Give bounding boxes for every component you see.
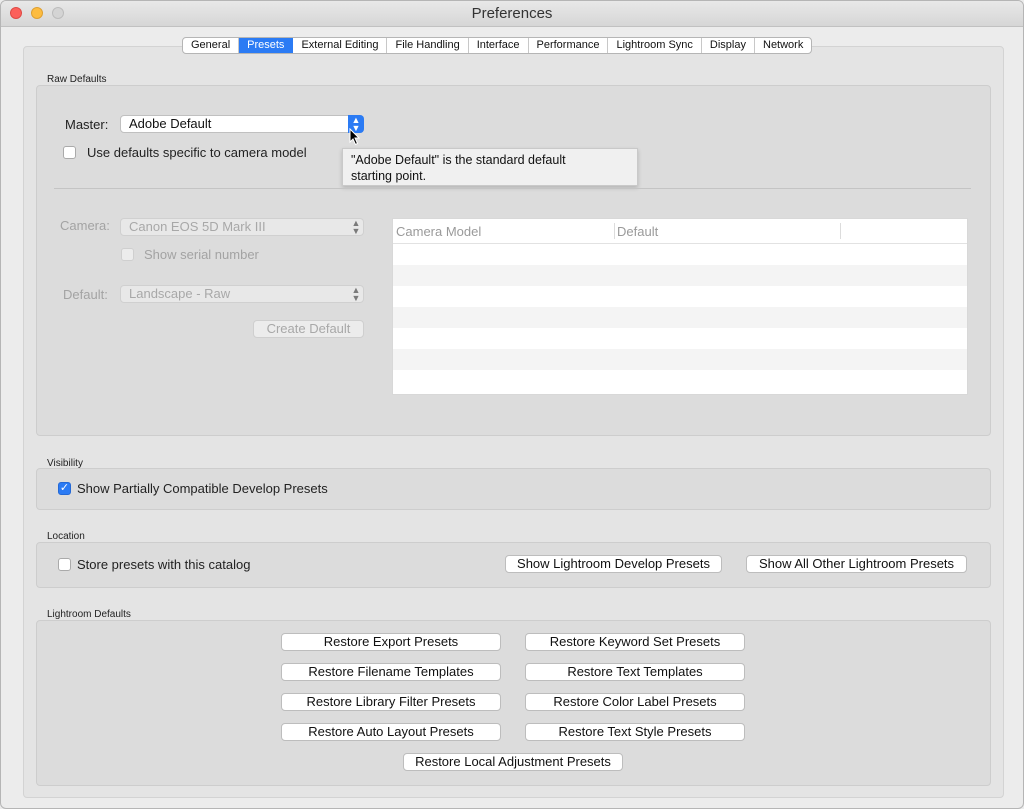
raw-defaults-section-label: Raw Defaults [47, 74, 107, 85]
preferences-window: Preferences General Presets External Edi… [0, 0, 1024, 809]
raw-defaults-divider [54, 188, 971, 189]
table-row [393, 244, 967, 265]
column-separator [614, 223, 615, 239]
show-partial-label: Show Partially Compatible Develop Preset… [77, 481, 328, 496]
table-row [393, 328, 967, 349]
tab-external-editing[interactable]: External Editing [293, 38, 388, 53]
default-popup-value: Landscape - Raw [129, 286, 231, 301]
camera-specific-checkbox[interactable] [63, 146, 76, 159]
camera-label: Camera: [60, 218, 110, 233]
table-row [393, 349, 967, 370]
location-section-label: Location [47, 531, 85, 542]
tooltip-line-2: starting point. [351, 169, 427, 183]
restore-keyword-set-presets-button[interactable]: Restore Keyword Set Presets [525, 633, 745, 651]
camera-specific-label: Use defaults specific to camera model [87, 145, 307, 160]
master-popup[interactable]: Adobe Default ▲ ▼ [120, 115, 364, 133]
camera-popup[interactable]: Canon EOS 5D Mark III ▲ ▼ [120, 218, 364, 236]
master-popup-value: Adobe Default [129, 116, 212, 131]
title-bar[interactable]: Preferences [1, 1, 1023, 27]
restore-text-templates-button[interactable]: Restore Text Templates [525, 663, 745, 681]
tab-display[interactable]: Display [702, 38, 755, 53]
popup-arrows-icon: ▲ ▼ [351, 218, 361, 236]
default-label: Default: [63, 287, 108, 302]
table-row [393, 286, 967, 307]
table-row [393, 307, 967, 328]
popup-arrows-icon: ▲ ▼ [351, 285, 361, 303]
restore-text-style-presets-button[interactable]: Restore Text Style Presets [525, 723, 745, 741]
mouse-cursor-icon [349, 128, 361, 146]
restore-export-presets-button[interactable]: Restore Export Presets [281, 633, 501, 651]
store-presets-checkbox[interactable] [58, 558, 71, 571]
tab-network[interactable]: Network [755, 38, 811, 53]
restore-color-label-presets-button[interactable]: Restore Color Label Presets [525, 693, 745, 711]
show-other-presets-button[interactable]: Show All Other Lightroom Presets [746, 555, 967, 573]
store-presets-label: Store presets with this catalog [77, 557, 251, 572]
show-serial-label: Show serial number [144, 247, 259, 262]
restore-library-filter-presets-button[interactable]: Restore Library Filter Presets [281, 693, 501, 711]
tab-performance[interactable]: Performance [529, 38, 609, 53]
window-title: Preferences [471, 5, 553, 22]
restore-auto-layout-presets-button[interactable]: Restore Auto Layout Presets [281, 723, 501, 741]
column-default[interactable]: Default [617, 224, 658, 239]
default-popup[interactable]: Landscape - Raw ▲ ▼ [120, 285, 364, 303]
table-header: Camera Model Default [393, 219, 967, 244]
restore-local-adjustment-presets-button[interactable]: Restore Local Adjustment Presets [403, 753, 623, 771]
camera-popup-value: Canon EOS 5D Mark III [129, 219, 266, 234]
lightroom-defaults-section-label: Lightroom Defaults [47, 609, 131, 620]
restore-filename-templates-button[interactable]: Restore Filename Templates [281, 663, 501, 681]
tab-general[interactable]: General [183, 38, 240, 53]
tab-lightroom-sync[interactable]: Lightroom Sync [608, 38, 702, 53]
master-tooltip: "Adobe Default" is the standard default … [342, 148, 638, 186]
show-serial-checkbox[interactable] [121, 248, 134, 261]
tab-file-handling[interactable]: File Handling [387, 38, 469, 53]
table-row [393, 370, 967, 391]
preferences-tabs: General Presets External Editing File Ha… [182, 37, 813, 54]
camera-defaults-table: Camera Model Default [392, 218, 968, 395]
column-separator [840, 223, 841, 239]
show-partial-checkbox[interactable]: ✓ [58, 482, 71, 495]
tab-presets[interactable]: Presets [239, 38, 294, 53]
tooltip-line-1: "Adobe Default" is the standard default [351, 153, 566, 167]
column-camera-model[interactable]: Camera Model [396, 224, 481, 239]
create-default-button[interactable]: Create Default [253, 320, 364, 338]
master-label: Master: [65, 117, 109, 132]
table-row [393, 265, 967, 286]
show-develop-presets-button[interactable]: Show Lightroom Develop Presets [505, 555, 722, 573]
tab-interface[interactable]: Interface [469, 38, 529, 53]
